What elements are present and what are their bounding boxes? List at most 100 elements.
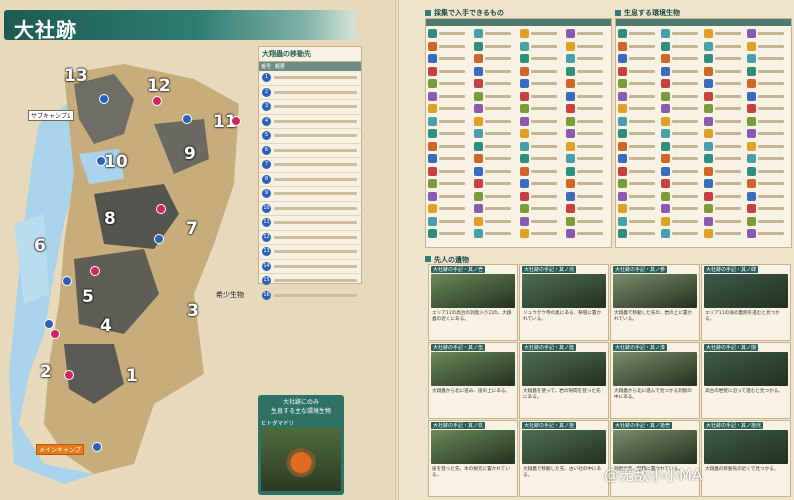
- item-cell[interactable]: [618, 166, 655, 177]
- relic-card[interactable]: 大社跡の手記・其ノ参 大翔蟲で移動した先の、岩の上に置かれている。: [610, 264, 700, 341]
- relic-card[interactable]: 大社跡の手記・其ノ漆 大翔蟲から北に進んで見つかる洞窟の中にある。: [610, 342, 700, 419]
- relic-card[interactable]: 大社跡の手記・其ノ拾壱 洞窟の奥、壁際に置かれている。: [610, 420, 700, 497]
- item-cell[interactable]: [747, 166, 784, 177]
- item-cell[interactable]: [661, 153, 698, 164]
- map-marker[interactable]: [182, 114, 192, 124]
- item-cell[interactable]: [704, 228, 741, 239]
- item-cell[interactable]: [566, 28, 603, 39]
- item-cell[interactable]: [520, 91, 557, 102]
- item-cell[interactable]: [704, 91, 741, 102]
- item-cell[interactable]: [520, 53, 557, 64]
- item-cell[interactable]: [661, 66, 698, 77]
- item-cell[interactable]: [747, 41, 784, 52]
- map-marker[interactable]: [90, 266, 100, 276]
- item-cell[interactable]: [520, 153, 557, 164]
- map-marker[interactable]: [99, 94, 109, 104]
- item-cell[interactable]: [661, 103, 698, 114]
- map-marker[interactable]: [64, 370, 74, 380]
- item-cell[interactable]: [428, 66, 465, 77]
- item-cell[interactable]: [661, 166, 698, 177]
- item-cell[interactable]: [704, 128, 741, 139]
- item-cell[interactable]: [566, 128, 603, 139]
- item-cell[interactable]: [520, 128, 557, 139]
- item-cell[interactable]: [428, 203, 465, 214]
- item-cell[interactable]: [704, 66, 741, 77]
- relic-card[interactable]: 大社跡の手記・其ノ捌 高台の岩壁に沿って進むと見つかる。: [701, 342, 791, 419]
- item-cell[interactable]: [704, 78, 741, 89]
- item-cell[interactable]: [618, 53, 655, 64]
- item-cell[interactable]: [618, 141, 655, 152]
- item-cell[interactable]: [566, 228, 603, 239]
- item-cell[interactable]: [661, 191, 698, 202]
- item-cell[interactable]: [661, 228, 698, 239]
- item-cell[interactable]: [618, 216, 655, 227]
- item-cell[interactable]: [566, 116, 603, 127]
- item-cell[interactable]: [618, 116, 655, 127]
- item-cell[interactable]: [704, 216, 741, 227]
- item-cell[interactable]: [747, 128, 784, 139]
- item-cell[interactable]: [474, 166, 511, 177]
- item-cell[interactable]: [566, 53, 603, 64]
- item-cell[interactable]: [566, 203, 603, 214]
- map-marker[interactable]: [44, 319, 54, 329]
- item-cell[interactable]: [747, 141, 784, 152]
- relic-card[interactable]: 大社跡の手記・其ノ伍 大翔蟲から北に進み、崖の上にある。: [428, 342, 518, 419]
- zone-8[interactable]: 8: [104, 209, 116, 229]
- item-cell[interactable]: [747, 91, 784, 102]
- item-cell[interactable]: [661, 78, 698, 89]
- item-cell[interactable]: [618, 103, 655, 114]
- map-marker[interactable]: [231, 116, 241, 126]
- item-cell[interactable]: [618, 91, 655, 102]
- item-cell[interactable]: [747, 203, 784, 214]
- item-cell[interactable]: [474, 228, 511, 239]
- item-cell[interactable]: [428, 191, 465, 202]
- map-marker[interactable]: [96, 156, 106, 166]
- item-cell[interactable]: [428, 166, 465, 177]
- item-cell[interactable]: [428, 128, 465, 139]
- item-cell[interactable]: [474, 28, 511, 39]
- item-cell[interactable]: [566, 41, 603, 52]
- item-cell[interactable]: [747, 116, 784, 127]
- item-cell[interactable]: [520, 191, 557, 202]
- item-cell[interactable]: [474, 78, 511, 89]
- item-cell[interactable]: [520, 166, 557, 177]
- item-cell[interactable]: [661, 128, 698, 139]
- zone-2[interactable]: 2: [40, 362, 52, 382]
- item-cell[interactable]: [704, 116, 741, 127]
- zone-13[interactable]: 13: [64, 66, 88, 86]
- item-cell[interactable]: [520, 116, 557, 127]
- item-cell[interactable]: [520, 41, 557, 52]
- item-cell[interactable]: [661, 28, 698, 39]
- relic-card[interactable]: 大社跡の手記・其ノ拾弐 大翔蟲の移動先の近くで見つかる。: [701, 420, 791, 497]
- zone-1[interactable]: 1: [126, 366, 138, 386]
- zone-4[interactable]: 4: [100, 316, 112, 336]
- item-cell[interactable]: [428, 53, 465, 64]
- item-cell[interactable]: [704, 178, 741, 189]
- item-cell[interactable]: [704, 203, 741, 214]
- item-cell[interactable]: [661, 116, 698, 127]
- relic-card[interactable]: 大社跡の手記・其ノ陸 大翔蟲を使って、岩の隙間を登った先にある。: [519, 342, 609, 419]
- item-cell[interactable]: [661, 178, 698, 189]
- item-cell[interactable]: [474, 103, 511, 114]
- zone-6[interactable]: 6: [34, 236, 46, 256]
- item-cell[interactable]: [661, 91, 698, 102]
- item-cell[interactable]: [747, 153, 784, 164]
- item-cell[interactable]: [428, 103, 465, 114]
- item-cell[interactable]: [474, 53, 511, 64]
- item-cell[interactable]: [618, 191, 655, 202]
- item-cell[interactable]: [661, 141, 698, 152]
- item-cell[interactable]: [704, 28, 741, 39]
- item-cell[interactable]: [704, 153, 741, 164]
- item-cell[interactable]: [520, 228, 557, 239]
- item-cell[interactable]: [566, 178, 603, 189]
- item-cell[interactable]: [566, 141, 603, 152]
- item-cell[interactable]: [474, 141, 511, 152]
- item-cell[interactable]: [520, 103, 557, 114]
- item-cell[interactable]: [747, 228, 784, 239]
- item-cell[interactable]: [428, 41, 465, 52]
- item-cell[interactable]: [618, 203, 655, 214]
- item-cell[interactable]: [428, 91, 465, 102]
- item-cell[interactable]: [747, 103, 784, 114]
- item-cell[interactable]: [747, 178, 784, 189]
- relic-card[interactable]: 大社跡の手記・其ノ肆 エリア11の滝の裏側を進むと見つかる。: [701, 264, 791, 341]
